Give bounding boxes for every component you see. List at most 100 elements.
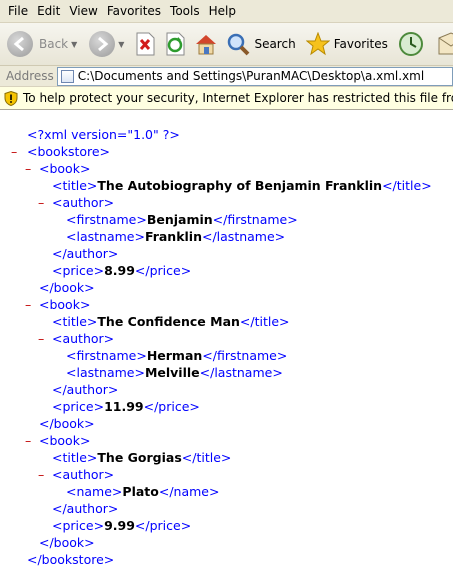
- menu-favorites[interactable]: Favorites: [107, 4, 161, 18]
- title-open-tag: <title>: [52, 178, 98, 193]
- collapse-author-2-icon[interactable]: –: [38, 330, 44, 347]
- forward-dropdown-icon[interactable]: ▼: [118, 40, 124, 49]
- book-close-tag: </book>: [39, 535, 95, 550]
- book-open-tag: <book>: [39, 297, 91, 312]
- book-2-firstname-line: <firstname>Herman</firstname>: [66, 347, 287, 364]
- title-close-tag: </title>: [181, 450, 232, 465]
- home-button[interactable]: [194, 26, 218, 62]
- stop-button[interactable]: [134, 26, 156, 62]
- address-bar: Address C:\Documents and Settings\PuranM…: [0, 66, 453, 87]
- collapse-author-3-icon[interactable]: –: [38, 466, 44, 483]
- author-close-tag: </author>: [52, 382, 119, 397]
- collapse-author-1-icon[interactable]: –: [38, 194, 44, 211]
- favorites-label: Favorites: [333, 37, 388, 51]
- collapse-bookstore-icon[interactable]: –: [11, 143, 17, 160]
- bookstore-open-tag: <bookstore>: [27, 144, 111, 159]
- price-close-tag: </price>: [134, 263, 192, 278]
- search-icon: [228, 33, 250, 56]
- security-info-bar[interactable]: To help protect your security, Internet …: [0, 87, 453, 110]
- stop-icon: [136, 32, 155, 56]
- book-3-price-line: <price>9.99</price>: [52, 517, 191, 534]
- price-close-tag: </price>: [134, 518, 192, 533]
- toolbar: Back ▼ ▼ Search Favorites: [0, 23, 453, 66]
- book-1-lastname-line: <lastname>Franklin</lastname>: [66, 228, 285, 245]
- xml-content: <?xml version="1.0" ?> – <bookstore> – <…: [0, 110, 453, 571]
- title-open-tag: <title>: [52, 450, 98, 465]
- book-3-price: 9.99: [104, 518, 135, 533]
- collapse-book-3-icon[interactable]: –: [25, 432, 31, 449]
- book-3-author-close-line: </author>: [52, 500, 118, 517]
- book-1-price: 8.99: [104, 263, 135, 278]
- book-1-title: The Autobiography of Benjamin Franklin: [97, 178, 383, 193]
- book-close-tag: </book>: [39, 416, 95, 431]
- book-3-name-line: <name>Plato</name>: [66, 483, 219, 500]
- refresh-button[interactable]: [164, 26, 186, 62]
- star-icon: [305, 32, 330, 56]
- firstname-open-tag: <firstname>: [66, 212, 147, 227]
- name-open-tag: <name>: [66, 484, 123, 499]
- firstname-close-tag: </firstname>: [212, 212, 298, 227]
- shield-icon: [4, 90, 18, 106]
- search-button[interactable]: Search: [226, 26, 296, 62]
- back-dropdown-icon[interactable]: ▼: [71, 40, 77, 49]
- book-1-author-close-line: </author>: [52, 245, 118, 262]
- history-icon: [398, 32, 423, 56]
- menu-tools[interactable]: Tools: [170, 4, 200, 18]
- price-close-tag: </price>: [143, 399, 200, 414]
- home-icon: [196, 35, 217, 55]
- title-open-tag: <title>: [52, 314, 98, 329]
- menu-edit[interactable]: Edit: [37, 4, 60, 18]
- back-button[interactable]: Back ▼: [7, 26, 77, 62]
- info-bar-text: To help protect your security, Internet …: [23, 91, 453, 105]
- mail-icon: [438, 32, 453, 55]
- title-close-tag: </title>: [239, 314, 290, 329]
- price-open-tag: <price>: [52, 518, 105, 533]
- mail-button[interactable]: [438, 26, 453, 62]
- book-3-name: Plato: [122, 484, 159, 499]
- book-2-price-line: <price>11.99</price>: [52, 398, 200, 415]
- menu-file[interactable]: File: [8, 4, 28, 18]
- refresh-icon: [166, 32, 185, 56]
- firstname-open-tag: <firstname>: [66, 348, 147, 363]
- author-close-tag: </author>: [52, 501, 119, 516]
- book-2-lastname: Melville: [144, 365, 200, 380]
- collapse-book-1-icon[interactable]: –: [25, 160, 31, 177]
- favorites-button[interactable]: Favorites: [305, 26, 388, 62]
- book-1-firstname: Benjamin: [146, 212, 213, 227]
- price-open-tag: <price>: [52, 399, 105, 414]
- book-2-title: The Confidence Man: [97, 314, 240, 329]
- xml-declaration-text: <?xml version="1.0" ?>: [27, 127, 180, 142]
- name-close-tag: </name>: [158, 484, 220, 499]
- book-open-tag: <book>: [39, 433, 91, 448]
- book-close-tag: </book>: [39, 280, 95, 295]
- address-field[interactable]: C:\Documents and Settings\PuranMAC\Deskt…: [56, 66, 453, 86]
- author-open-tag: <author>: [52, 195, 115, 210]
- author-close-tag: </author>: [52, 246, 119, 261]
- book-3-close-line: </book>: [39, 534, 95, 551]
- menu-help[interactable]: Help: [209, 4, 236, 18]
- book-1-lastname: Franklin: [144, 229, 202, 244]
- history-button[interactable]: [398, 26, 424, 62]
- bookstore-close-line: </bookstore>: [27, 551, 114, 568]
- book-1-firstname-line: <firstname>Benjamin</firstname>: [66, 211, 298, 228]
- bookstore-close-tag: </bookstore>: [27, 552, 115, 567]
- book-1-title-line: <title>The Autobiography of Benjamin Fra…: [52, 177, 432, 194]
- book-open-tag: <book>: [39, 161, 91, 176]
- book-3-title: The Gorgias: [97, 450, 182, 465]
- menu-view[interactable]: View: [69, 4, 97, 18]
- book-2-firstname: Herman: [146, 348, 203, 363]
- address-label: Address: [6, 69, 54, 83]
- book-1-price-line: <price>8.99</price>: [52, 262, 191, 279]
- lastname-close-tag: </lastname>: [199, 365, 283, 380]
- forward-arrow-icon: [89, 31, 116, 57]
- forward-button[interactable]: ▼: [89, 26, 124, 62]
- lastname-close-tag: </lastname>: [201, 229, 286, 244]
- lastname-open-tag: <lastname>: [66, 365, 145, 380]
- collapse-book-2-icon[interactable]: –: [25, 296, 31, 313]
- book-2-lastname-line: <lastname>Melville</lastname>: [66, 364, 283, 381]
- lastname-open-tag: <lastname>: [66, 229, 145, 244]
- book-2-price: 11.99: [104, 399, 144, 414]
- price-open-tag: <price>: [52, 263, 105, 278]
- back-arrow-icon: [7, 31, 33, 57]
- address-value: C:\Documents and Settings\PuranMAC\Deskt…: [77, 69, 425, 83]
